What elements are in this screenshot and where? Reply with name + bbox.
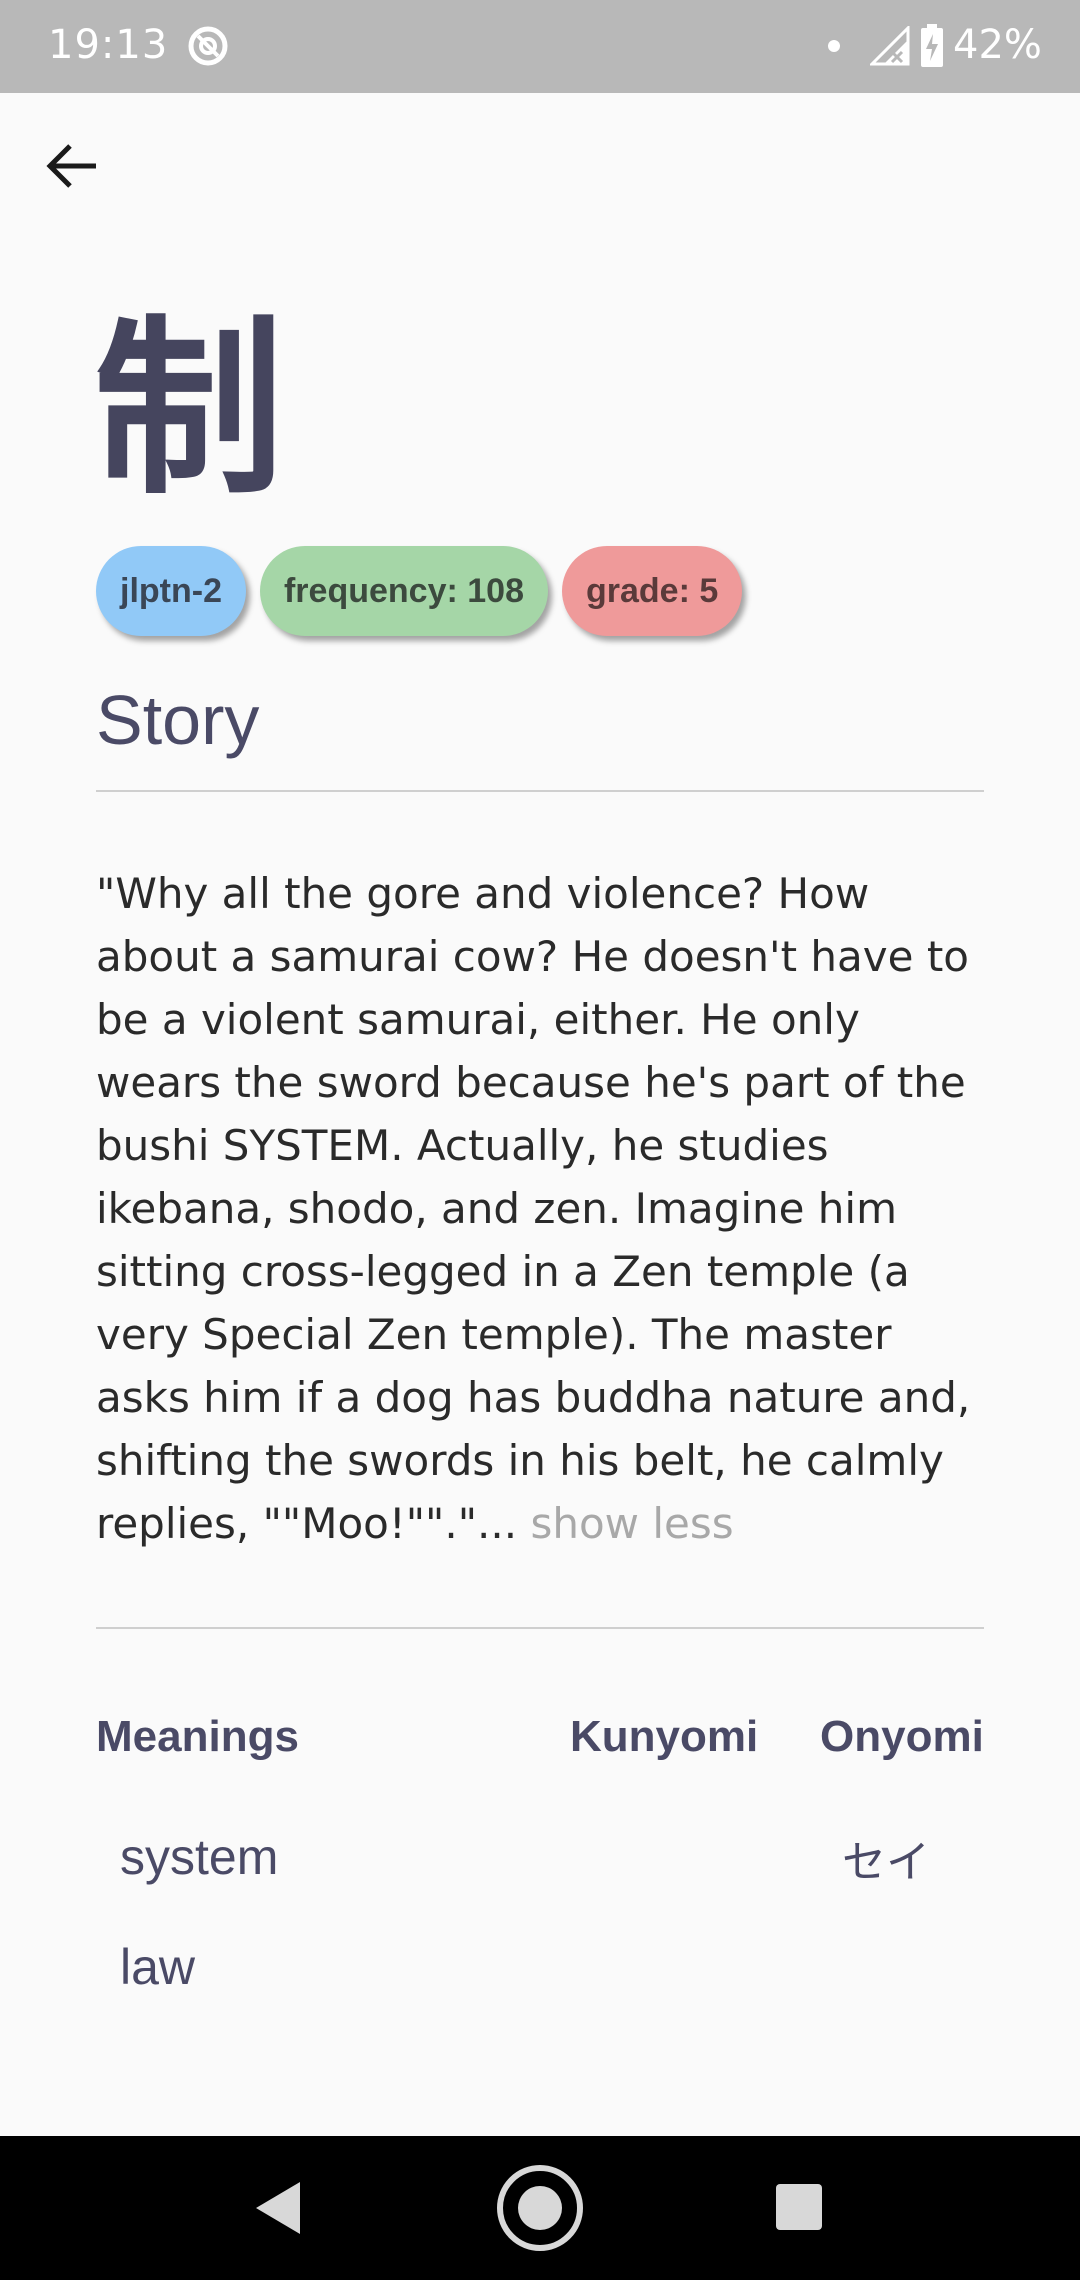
notification-dot-icon <box>828 40 840 52</box>
status-time: 19:13 <box>48 22 169 68</box>
story-heading: Story <box>96 681 260 759</box>
divider <box>96 1627 984 1629</box>
assistant-icon <box>188 26 228 66</box>
jlpt-chip[interactable]: jlptn-2 <box>96 546 246 636</box>
onyomi-header: Onyomi <box>820 1712 984 1761</box>
kunyomi-header: Kunyomi <box>570 1712 759 1761</box>
meaning-item: law <box>120 1939 196 1995</box>
battery-charging-icon <box>921 24 943 67</box>
tag-chips: jlptn-2 frequency: 108 grade: 5 <box>96 546 743 636</box>
grade-chip[interactable]: grade: 5 <box>561 546 743 636</box>
nav-back-triangle-icon[interactable] <box>254 2180 302 2236</box>
meanings-header: Meanings <box>96 1712 299 1761</box>
navigation-bar <box>0 2136 1080 2280</box>
frequency-chip[interactable]: frequency: 108 <box>259 546 548 636</box>
kanji-character: 制 <box>94 299 285 520</box>
story-text[interactable]: "Why all the gore and violence? How abou… <box>96 862 996 1555</box>
battery-percent: 42% <box>953 22 1042 68</box>
meaning-item: system <box>120 1829 279 1885</box>
status-bar: 19:13 42% <box>0 0 1080 93</box>
signal-no-service-icon <box>870 26 910 66</box>
nav-recents-square-icon[interactable] <box>776 2184 822 2230</box>
onyomi-item: セイ <box>842 1837 930 1888</box>
story-body: "Why all the gore and violence? How abou… <box>96 869 971 1548</box>
arrow-left-icon <box>46 144 96 188</box>
back-button[interactable] <box>30 124 114 208</box>
divider <box>96 790 984 792</box>
nav-home-circle-icon[interactable] <box>496 2164 584 2252</box>
show-less-toggle[interactable]: show less <box>530 1499 733 1548</box>
